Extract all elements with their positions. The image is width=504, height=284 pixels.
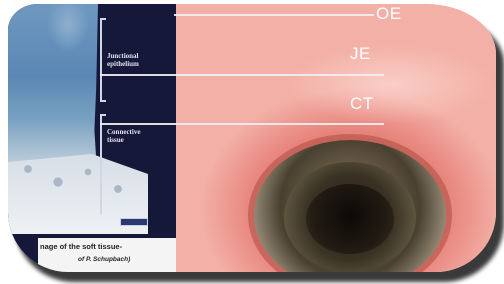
bracket-tick-mid <box>100 100 106 102</box>
junctional-label: Junctional epithelium <box>107 52 139 68</box>
caption-line-1: nage of the soft tissue- <box>40 242 123 251</box>
bracket-tick-ct <box>100 114 106 116</box>
implant-abutment <box>254 140 446 272</box>
je-label: JE <box>350 44 371 63</box>
tissue-glare <box>286 44 496 124</box>
image-clip: Junctional epithelium Connective tissue … <box>8 4 496 272</box>
oe-label: OE <box>376 4 402 23</box>
ct-line <box>100 123 384 125</box>
caption-line-2: of P. Schupbach) <box>78 256 131 263</box>
ct-label: CT <box>350 94 374 113</box>
scale-bar <box>120 218 148 226</box>
clinical-photo <box>176 4 496 272</box>
figure-frame: Junctional epithelium Connective tissue … <box>0 0 504 284</box>
caption-box: nage of the soft tissue- of P. Schupbach… <box>38 238 178 272</box>
bracket-tick-top <box>100 18 106 20</box>
histology-panel: Junctional epithelium Connective tissue … <box>8 4 178 272</box>
je-line <box>100 74 384 76</box>
connective-bracket <box>100 114 102 214</box>
junctional-bracket <box>100 18 102 102</box>
oe-line <box>174 14 374 16</box>
abutment-hole <box>306 184 394 254</box>
connective-label: Connective tissue <box>107 128 141 144</box>
